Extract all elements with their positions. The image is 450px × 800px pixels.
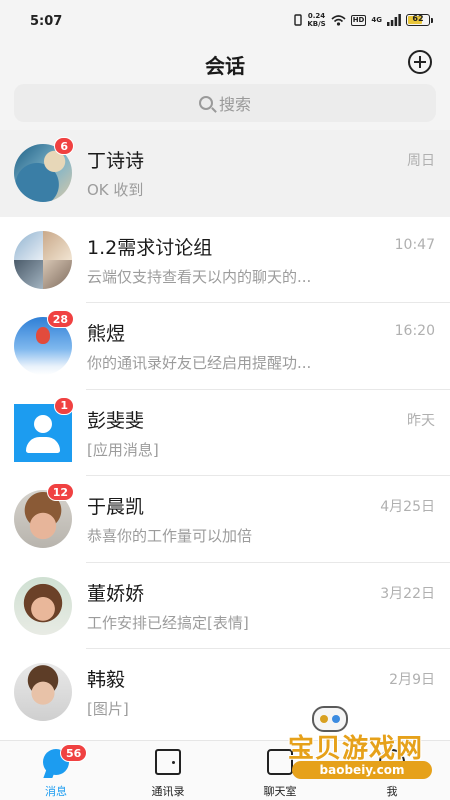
message-preview: 工作安排已经搞定[表情] [87, 613, 249, 632]
message-time: 周日 [407, 153, 435, 169]
conversation-list: 6 丁诗诗 OK 收到 周日 1.2需求讨论组 云端仅支持查看天以内的聊天的..… [0, 130, 450, 736]
contact-name: 1.2需求讨论组 [87, 236, 213, 259]
conversation-row[interactable]: 1 彭斐斐 [应用消息] 昨天 [0, 389, 450, 476]
contact-name: 丁诗诗 [87, 150, 145, 172]
message-time: 3月22日 [380, 585, 435, 602]
group-avatar [14, 230, 72, 289]
avatar: 12 [14, 483, 74, 548]
search-bar[interactable]: 搜索 [14, 84, 436, 122]
conversation-row[interactable]: 董娇娇 工作安排已经搞定[表情] 3月22日 [0, 562, 450, 649]
nav-label: 消息 [45, 785, 67, 798]
message-preview: OK 收到 [87, 181, 144, 199]
status-time: 5:07 [30, 14, 63, 29]
battery-level: 62 [412, 14, 424, 23]
watermark-url: baobeiy.com [292, 761, 432, 779]
conversation-row[interactable]: 28 熊煜 你的通讯录好友已经启用提醒功... 16:20 [0, 303, 450, 390]
wifi-icon [331, 15, 346, 26]
conversation-row[interactable]: 6 丁诗诗 OK 收到 周日 [0, 130, 450, 217]
avatar: 6 [14, 137, 74, 202]
conversation-row[interactable]: 12 于晨凯 恭喜你的工作量可以加倍 4月25日 [0, 476, 450, 563]
nav-contacts[interactable]: 通讯录 [112, 741, 224, 800]
avatar [14, 663, 72, 721]
message-time: 4月25日 [380, 499, 435, 515]
plus-circle-icon[interactable] [408, 50, 432, 74]
message-time: 昨天 [407, 412, 435, 429]
message-preview: 恭喜你的工作量可以加倍 [87, 527, 253, 545]
contacts-book-icon [155, 749, 181, 775]
unread-badge: 1 [54, 396, 74, 415]
avatar [14, 576, 72, 635]
message-preview: 你的通讯录好友已经启用提醒功... [87, 354, 312, 372]
message-time: 2月9日 [389, 672, 435, 688]
signal-label: 4G [371, 16, 382, 24]
message-preview: [图片] [87, 700, 129, 718]
default-user-avatar: 1 [14, 396, 74, 462]
unread-badge: 6 [54, 137, 74, 155]
search-icon [198, 96, 213, 110]
contact-name: 韩毅 [87, 669, 126, 691]
status-icons: 0.24 KB/S HD 4G 62 [294, 12, 433, 28]
avatar: 28 [14, 310, 74, 375]
page-title: 会话 [205, 54, 245, 78]
message-preview: [应用消息] [87, 440, 159, 459]
nav-label: 通讯录 [151, 785, 185, 798]
signal-icon [387, 14, 401, 26]
message-time: 10:47 [394, 236, 435, 253]
battery-icon: 62 [406, 14, 433, 26]
hd-icon: HD [350, 14, 367, 26]
status-bar: 5:07 0.24 KB/S HD 4G 62 [0, 0, 450, 40]
watermark: 宝贝游戏网 baobeiy.com [284, 706, 444, 786]
message-preview: 云端仅支持查看天以内的聊天的... [87, 267, 312, 286]
net-speed: 0.24 KB/S [307, 12, 325, 28]
net-speed-unit: KB/S [307, 20, 326, 28]
unread-badge: 12 [46, 483, 74, 501]
conversation-row[interactable]: 1.2需求讨论组 云端仅支持查看天以内的聊天的... 10:47 [0, 216, 450, 303]
header: 会话 搜索 [0, 40, 450, 130]
contact-name: 董娇娇 [87, 582, 145, 605]
nav-messages[interactable]: 56 消息 [0, 741, 112, 800]
watermark-title: 宝贝游戏网 [288, 734, 424, 764]
contact-name: 彭斐斐 [87, 409, 145, 432]
contact-name: 于晨凯 [87, 496, 145, 518]
unread-badge: 28 [46, 310, 74, 328]
contact-name: 熊煜 [87, 323, 126, 345]
search-placeholder: 搜索 [218, 95, 251, 114]
vibrate-icon [294, 14, 303, 26]
net-speed-value: 0.24 [307, 12, 326, 20]
nav-unread-badge: 56 [60, 744, 88, 762]
message-time: 16:20 [394, 323, 435, 339]
